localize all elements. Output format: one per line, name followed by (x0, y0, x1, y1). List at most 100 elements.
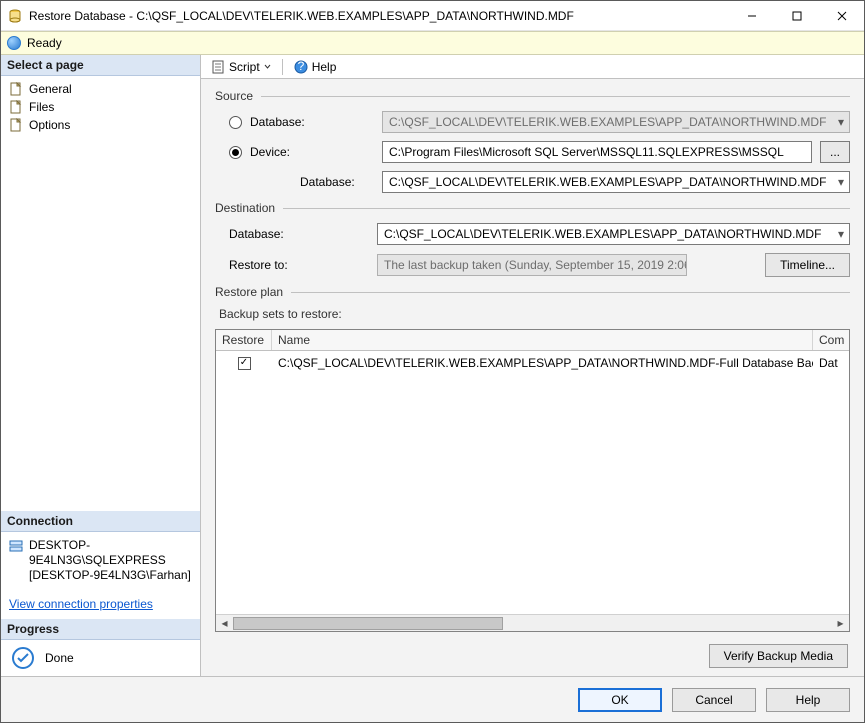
verify-backup-media-button[interactable]: Verify Backup Media (709, 644, 848, 668)
source-database-label: Database: (250, 115, 374, 129)
help-button[interactable]: ? Help (290, 59, 341, 75)
scroll-track[interactable] (233, 615, 832, 632)
chevron-down-icon (264, 63, 271, 70)
table-body: C:\QSF_LOCAL\DEV\TELERIK.WEB.EXAMPLES\AP… (216, 351, 849, 614)
destination-restoreto-row: Restore to: The last backup taken (Sunda… (215, 253, 850, 277)
connection-item: DESKTOP-9E4LN3G\SQLEXPRESS [DESKTOP-9E4L… (1, 536, 200, 585)
source-sub-database-value: C:\QSF_LOCAL\DEV\TELERIK.WEB.EXAMPLES\AP… (389, 175, 833, 189)
col-restore[interactable]: Restore (216, 330, 272, 350)
destination-database-combo[interactable]: C:\QSF_LOCAL\DEV\TELERIK.WEB.EXAMPLES\AP… (377, 223, 850, 245)
restore-to-field: The last backup taken (Sunday, September… (377, 254, 687, 276)
destination-group: Destination Database: C:\QSF_LOCAL\DEV\T… (215, 201, 850, 277)
page-icon (9, 100, 23, 114)
connection-block: DESKTOP-9E4LN3G\SQLEXPRESS [DESKTOP-9E4L… (1, 532, 200, 589)
restore-database-window: Restore Database - C:\QSF_LOCAL\DEV\TELE… (0, 0, 865, 723)
toolbar: Script ? Help (201, 55, 864, 79)
table-row[interactable]: C:\QSF_LOCAL\DEV\TELERIK.WEB.EXAMPLES\AP… (216, 351, 849, 375)
row-name: C:\QSF_LOCAL\DEV\TELERIK.WEB.EXAMPLES\AP… (272, 356, 813, 370)
connection-server: DESKTOP-9E4LN3G\SQLEXPRESS (29, 538, 192, 568)
app-icon (7, 8, 23, 24)
progress-done-icon (11, 646, 35, 670)
destination-database-value: C:\QSF_LOCAL\DEV\TELERIK.WEB.EXAMPLES\AP… (384, 227, 833, 241)
backup-sets-table: Restore Name Com C:\QSF_LOCAL\DEV\TELERI… (215, 329, 850, 632)
help-icon: ? (294, 60, 308, 74)
table-header: Restore Name Com (216, 330, 849, 351)
maximize-button[interactable] (774, 2, 819, 30)
source-group: Source Database: C:\QSF_LOCAL\DEV\TELERI… (215, 89, 850, 193)
col-component[interactable]: Com (813, 330, 849, 350)
source-sub-database-row: Database: C:\QSF_LOCAL\DEV\TELERIK.WEB.E… (215, 171, 850, 193)
progress-text: Done (45, 651, 74, 665)
chevron-down-icon: ▾ (833, 115, 849, 129)
script-button[interactable]: Script (207, 59, 275, 75)
page-general[interactable]: General (1, 80, 200, 98)
source-device-row: Device: C:\Program Files\Microsoft SQL S… (215, 141, 850, 163)
footer: OK Cancel Help (1, 676, 864, 722)
connection-login: [DESKTOP-9E4LN3G\Farhan] (29, 568, 192, 583)
verify-row: Verify Backup Media (215, 640, 850, 668)
minimize-button[interactable] (729, 2, 774, 30)
source-device-value: C:\Program Files\Microsoft SQL Server\MS… (389, 145, 784, 159)
body: Select a page General Files Options Conn… (1, 55, 864, 676)
page-options[interactable]: Options (1, 116, 200, 134)
source-database-row: Database: C:\QSF_LOCAL\DEV\TELERIK.WEB.E… (215, 111, 850, 133)
scroll-left-icon[interactable]: ◂ (216, 615, 233, 632)
source-device-label: Device: (250, 145, 374, 159)
page-icon (9, 118, 23, 132)
view-connection-properties-link[interactable]: View connection properties (9, 597, 153, 611)
main: Script ? Help Source Database: (201, 55, 864, 676)
restore-plan-title: Restore plan (215, 285, 283, 299)
server-icon (9, 539, 23, 553)
restore-checkbox[interactable] (238, 357, 251, 370)
chevron-down-icon: ▾ (833, 227, 849, 241)
progress-header: Progress (1, 619, 200, 640)
restore-plan-group: Restore plan Backup sets to restore: Res… (215, 285, 850, 668)
row-component: Dat (813, 356, 849, 370)
status-text: Ready (27, 36, 62, 50)
source-device-radio[interactable] (229, 146, 242, 159)
toolbar-separator (282, 59, 283, 75)
source-sub-database-label: Database: (250, 175, 374, 189)
ok-button[interactable]: OK (578, 688, 662, 712)
source-title: Source (215, 89, 253, 103)
page-label: General (29, 82, 72, 96)
destination-database-label: Database: (229, 227, 369, 241)
destination-title: Destination (215, 201, 275, 215)
col-name[interactable]: Name (272, 330, 813, 350)
browse-device-button[interactable]: ... (820, 141, 850, 163)
select-page-header: Select a page (1, 55, 200, 76)
content: Source Database: C:\QSF_LOCAL\DEV\TELERI… (201, 79, 864, 676)
page-list: General Files Options (1, 76, 200, 511)
sidebar: Select a page General Files Options Conn… (1, 55, 201, 676)
scroll-right-icon[interactable]: ▸ (832, 615, 849, 632)
source-device-field[interactable]: C:\Program Files\Microsoft SQL Server\MS… (382, 141, 812, 163)
destination-database-row: Database: C:\QSF_LOCAL\DEV\TELERIK.WEB.E… (215, 223, 850, 245)
backup-sets-label: Backup sets to restore: (215, 307, 850, 321)
titlebar: Restore Database - C:\QSF_LOCAL\DEV\TELE… (1, 1, 864, 31)
source-database-radio[interactable] (229, 116, 242, 129)
page-icon (9, 82, 23, 96)
source-database-value: C:\QSF_LOCAL\DEV\TELERIK.WEB.EXAMPLES\AP… (389, 115, 833, 129)
chevron-down-icon: ▾ (833, 175, 849, 189)
cancel-button[interactable]: Cancel (672, 688, 756, 712)
page-files[interactable]: Files (1, 98, 200, 116)
page-label: Options (29, 118, 70, 132)
timeline-button[interactable]: Timeline... (765, 253, 850, 277)
restore-to-value: The last backup taken (Sunday, September… (384, 258, 687, 272)
page-label: Files (29, 100, 54, 114)
status-strip: Ready (1, 31, 864, 55)
connection-header: Connection (1, 511, 200, 532)
script-label: Script (229, 60, 260, 74)
source-sub-database-combo[interactable]: C:\QSF_LOCAL\DEV\TELERIK.WEB.EXAMPLES\AP… (382, 171, 850, 193)
window-buttons (729, 2, 864, 30)
info-icon (7, 36, 21, 50)
script-icon (211, 60, 225, 74)
source-database-combo: C:\QSF_LOCAL\DEV\TELERIK.WEB.EXAMPLES\AP… (382, 111, 850, 133)
help-label: Help (312, 60, 337, 74)
help-footer-button[interactable]: Help (766, 688, 850, 712)
horizontal-scrollbar[interactable]: ◂ ▸ (216, 614, 849, 631)
close-button[interactable] (819, 2, 864, 30)
window-title: Restore Database - C:\QSF_LOCAL\DEV\TELE… (29, 9, 729, 23)
restore-to-label: Restore to: (229, 258, 369, 272)
scroll-thumb[interactable] (233, 617, 503, 630)
